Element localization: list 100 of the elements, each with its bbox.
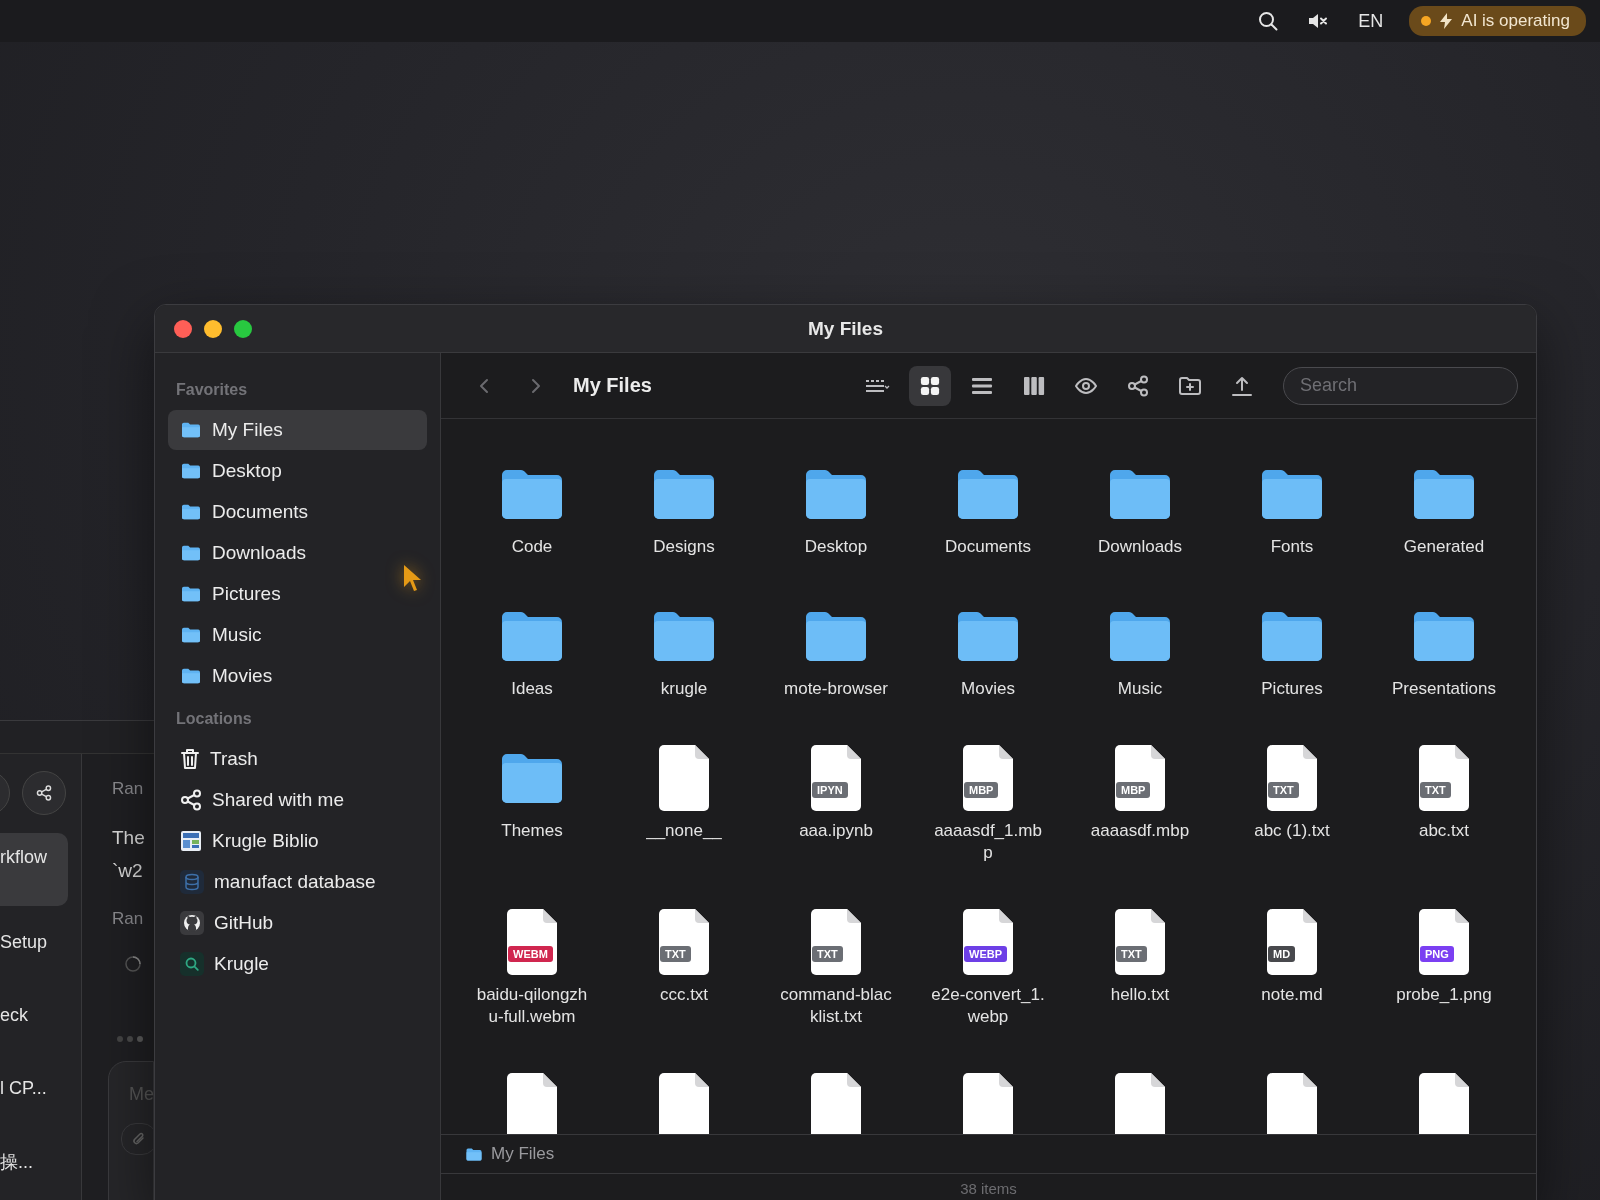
folder-icon bbox=[1412, 467, 1476, 521]
file-type-badge: WEBP bbox=[964, 946, 1007, 962]
file-name[interactable]: __none__ bbox=[627, 820, 741, 842]
sidebar-item[interactable]: manufact database bbox=[168, 862, 427, 902]
sidebar-item[interactable]: Krugle Biblio bbox=[168, 821, 427, 861]
share-icon bbox=[180, 789, 202, 811]
section-heading: Locations bbox=[176, 709, 253, 729]
file-name[interactable]: ccc.txt bbox=[627, 984, 741, 1006]
sidebar-item[interactable]: Movies bbox=[168, 656, 427, 696]
grid-view-button[interactable] bbox=[909, 365, 951, 406]
status-pill[interactable]: AI is operating bbox=[1409, 6, 1586, 36]
file-name[interactable]: Music bbox=[1083, 678, 1197, 700]
file-name[interactable]: mote-browser bbox=[779, 678, 893, 700]
file-name[interactable]: Code bbox=[475, 536, 589, 558]
sidebar-item[interactable]: Shared with me bbox=[168, 780, 427, 820]
folder-icon bbox=[652, 609, 716, 663]
folder-icon bbox=[180, 667, 202, 685]
muted-speaker-icon bbox=[1308, 13, 1329, 29]
search-field[interactable]: Search bbox=[1283, 366, 1518, 405]
item-count: 38 items bbox=[959, 1179, 1018, 1199]
sidebar-label: manufact database bbox=[214, 871, 376, 893]
file-name[interactable]: Documents bbox=[931, 536, 1045, 558]
sidebar-label: Shared with me bbox=[212, 789, 344, 811]
minimize-button[interactable] bbox=[204, 320, 222, 338]
sidebar-label: Trash bbox=[210, 748, 258, 770]
folder-icon bbox=[1412, 609, 1476, 663]
message-text: The bbox=[112, 826, 145, 850]
file-name[interactable]: Pictures bbox=[1235, 678, 1349, 700]
maximize-button[interactable] bbox=[234, 320, 252, 338]
share-button[interactable] bbox=[22, 771, 66, 815]
folder-icon bbox=[180, 585, 202, 603]
sidebar-item[interactable]: Krugle bbox=[168, 944, 427, 984]
file-name[interactable]: e2e-convert_1.webp bbox=[931, 984, 1045, 1028]
file-name[interactable]: note.md bbox=[1235, 984, 1349, 1006]
sidebar-label: Krugle bbox=[214, 953, 269, 975]
cat-icon bbox=[180, 911, 204, 935]
sidebar-item[interactable]: Trash bbox=[168, 739, 427, 779]
file-name[interactable]: probe_1.png bbox=[1387, 984, 1501, 1006]
folder-icon bbox=[180, 421, 202, 439]
sidebar-item[interactable]: Desktop bbox=[168, 451, 427, 491]
sidebar-label: GitHub bbox=[214, 912, 274, 934]
conversation-item[interactable]: eck bbox=[0, 979, 81, 1052]
file-name[interactable]: Generated bbox=[1387, 536, 1501, 558]
file-name[interactable]: aaaasdf_1.mbp bbox=[931, 820, 1045, 864]
file-name[interactable]: Themes bbox=[475, 820, 589, 842]
sidebar-label: Downloads bbox=[212, 542, 306, 564]
share-icon bbox=[1127, 374, 1149, 397]
file-name[interactable]: Ideas bbox=[475, 678, 589, 700]
conversation-item[interactable]: rkflow bbox=[0, 833, 68, 906]
file-name[interactable]: Desktop bbox=[779, 536, 893, 558]
file-type-badge: PNG bbox=[1420, 946, 1454, 962]
search-icon bbox=[1258, 11, 1279, 31]
file-name[interactable]: aaa.ipynb bbox=[779, 820, 893, 842]
file-name[interactable]: hello.txt bbox=[1083, 984, 1197, 1006]
file-name[interactable]: abc (1).txt bbox=[1235, 820, 1349, 842]
folder-icon bbox=[956, 609, 1020, 663]
folder-icon bbox=[1260, 467, 1324, 521]
file-name[interactable]: Designs bbox=[627, 536, 741, 558]
spinner-icon bbox=[124, 955, 142, 973]
file-name[interactable]: aaaasdf.mbp bbox=[1083, 820, 1197, 842]
document-icon bbox=[659, 745, 709, 811]
sidebar-item[interactable]: Pictures bbox=[168, 574, 427, 614]
list-icon bbox=[971, 375, 993, 396]
file-name[interactable]: Movies bbox=[931, 678, 1045, 700]
file-name[interactable]: krugle bbox=[627, 678, 741, 700]
file-name[interactable]: Fonts bbox=[1235, 536, 1349, 558]
file-name[interactable]: baidu-qilongzhu-full.webm bbox=[475, 984, 589, 1028]
file-name[interactable]: Presentations bbox=[1387, 678, 1501, 700]
sidebar-item[interactable]: Documents bbox=[168, 492, 427, 532]
folder-icon bbox=[180, 503, 202, 521]
conversation-item[interactable]: l CP... bbox=[0, 1052, 81, 1125]
file-type-badge: TXT bbox=[1116, 946, 1147, 962]
folder-icon bbox=[804, 467, 868, 521]
file-name[interactable]: Downloads bbox=[1083, 536, 1197, 558]
sidebar-item[interactable]: Music bbox=[168, 615, 427, 655]
folder-icon bbox=[180, 462, 202, 480]
window-title: My Files bbox=[808, 317, 883, 340]
conversation-item[interactable]: Setup bbox=[0, 906, 81, 979]
sidebar-item[interactable]: GitHub bbox=[168, 903, 427, 943]
section-heading: Favorites bbox=[176, 380, 249, 400]
folder-icon bbox=[1108, 609, 1172, 663]
sidebar-item[interactable]: My Files bbox=[168, 410, 427, 450]
language-button[interactable]: EN bbox=[1350, 6, 1392, 36]
folder-plus-icon bbox=[1179, 374, 1201, 397]
status-text: Ran bbox=[112, 909, 144, 929]
conversation-item[interactable]: 操... bbox=[0, 1125, 81, 1198]
file-name[interactable]: abc.txt bbox=[1387, 820, 1501, 842]
status-text: Ran bbox=[112, 779, 144, 799]
sidebar-label: Movies bbox=[212, 665, 273, 687]
file-name[interactable]: command-blacklist.txt bbox=[779, 984, 893, 1028]
folder-icon bbox=[500, 467, 564, 521]
folder-icon bbox=[652, 467, 716, 521]
folder-icon bbox=[804, 609, 868, 663]
folder-title: My Files bbox=[573, 374, 652, 397]
trash-icon bbox=[180, 748, 200, 770]
sidebar-item[interactable]: Downloads bbox=[168, 533, 427, 573]
lightning-icon bbox=[1440, 13, 1453, 29]
upload-icon bbox=[1231, 374, 1253, 397]
close-button[interactable] bbox=[174, 320, 192, 338]
path-item[interactable]: My Files bbox=[465, 1144, 555, 1164]
